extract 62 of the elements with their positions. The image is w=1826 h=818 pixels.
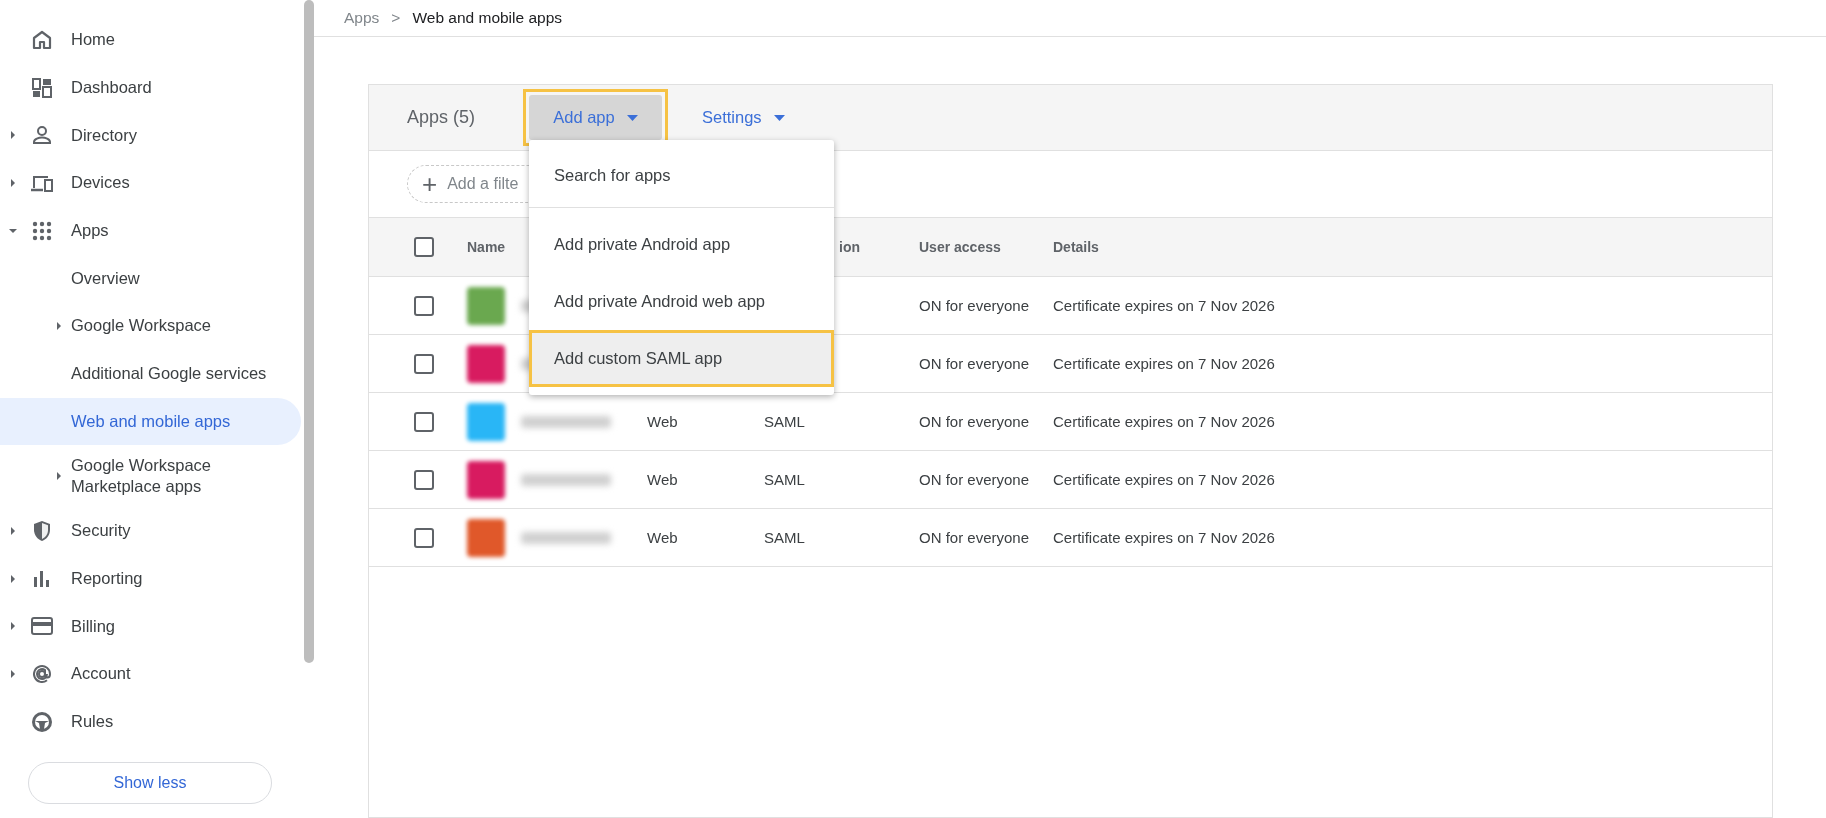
nav-item[interactable]: Security [0, 507, 303, 555]
nav-item[interactable]: Home [0, 16, 303, 64]
column-header[interactable]: Details [1053, 239, 1772, 255]
nav-item[interactable]: Reporting [0, 554, 303, 603]
nav-item[interactable]: Devices [0, 159, 303, 207]
expand-arrow-icon[interactable] [55, 320, 63, 331]
settings-button[interactable]: Settings [696, 107, 791, 128]
table-cell-text: Certificate expires on 7 Nov 2026 [1053, 471, 1276, 488]
expand-arrow-icon[interactable] [9, 621, 17, 632]
table-cell-text: ON for everyone [919, 297, 1031, 314]
row-checkbox[interactable] [414, 411, 434, 432]
column-header[interactable]: User access [919, 239, 1053, 255]
row-checkbox[interactable] [414, 353, 434, 374]
select-all-checkbox[interactable] [414, 237, 434, 257]
card-title: Apps (5) [407, 107, 477, 128]
menu-item[interactable]: Add private Android web app [529, 273, 834, 330]
nav-item[interactable]: Additional Google services [0, 349, 303, 398]
expand-arrow-icon[interactable] [9, 130, 17, 141]
expand-arrow-icon[interactable] [9, 669, 17, 680]
show-less-button[interactable]: Show less [28, 761, 272, 804]
breadcrumb-link[interactable]: Apps [344, 9, 380, 27]
expand-arrow-icon[interactable] [55, 471, 63, 482]
table-cell-text: Certificate expires on 7 Nov 2026 [1053, 355, 1276, 372]
expand-arrow-icon[interactable] [9, 526, 17, 537]
nav-item[interactable]: Google Workspace Marketplace apps [0, 445, 303, 508]
table-cell-text: Web [647, 529, 679, 546]
table-cell-text: Certificate expires on 7 Nov 2026 [1053, 413, 1276, 430]
table-cell-text: SAML [764, 471, 806, 488]
breadcrumb-current: Web and mobile apps [412, 9, 563, 27]
caret-icon [773, 114, 785, 121]
nav-item[interactable]: Rules [0, 697, 303, 746]
nav-item[interactable]: Web and mobile apps [0, 397, 301, 446]
nav-item[interactable]: Account [0, 650, 303, 698]
table-cell-text: ON for everyone [919, 529, 1031, 546]
menu-item[interactable]: Add private Android app [529, 216, 834, 273]
table-cell-text: Web [647, 471, 679, 488]
table-cell-text: Web [647, 413, 679, 430]
menu-item[interactable]: Search for apps [529, 143, 834, 207]
breadcrumb-separator: > [391, 9, 401, 27]
nav-item[interactable]: Billing [0, 602, 303, 651]
expand-arrow-icon[interactable] [9, 177, 17, 188]
table-cell-text: SAML [764, 529, 806, 546]
expand-arrow-icon[interactable] [9, 573, 17, 584]
nav-item[interactable]: Dashboard [0, 63, 303, 112]
caret-icon [626, 114, 638, 121]
nav-item[interactable]: Google Workspace [0, 302, 303, 350]
row-checkbox[interactable] [414, 295, 434, 316]
nav-item[interactable]: Overview [0, 254, 303, 303]
menu-item[interactable]: Add custom SAML app [529, 330, 834, 387]
table-cell-text: Certificate expires on 7 Nov 2026 [1053, 529, 1276, 546]
steering-wheel-icon [30, 709, 54, 734]
table-cell-text: ON for everyone [919, 471, 1031, 488]
table-cell-text: ON for everyone [919, 413, 1031, 430]
table-cell-text: ON for everyone [919, 355, 1031, 372]
table-cell-text: Certificate expires on 7 Nov 2026 [1053, 297, 1276, 314]
dashboard-icon [30, 75, 54, 100]
nav-item[interactable]: Directory [0, 111, 303, 160]
row-checkbox[interactable] [414, 469, 434, 490]
table-cell-text: SAML [764, 413, 806, 430]
row-checkbox[interactable] [414, 527, 434, 548]
nav-item[interactable]: Apps [0, 206, 303, 255]
scrollbar[interactable] [304, 0, 314, 663]
